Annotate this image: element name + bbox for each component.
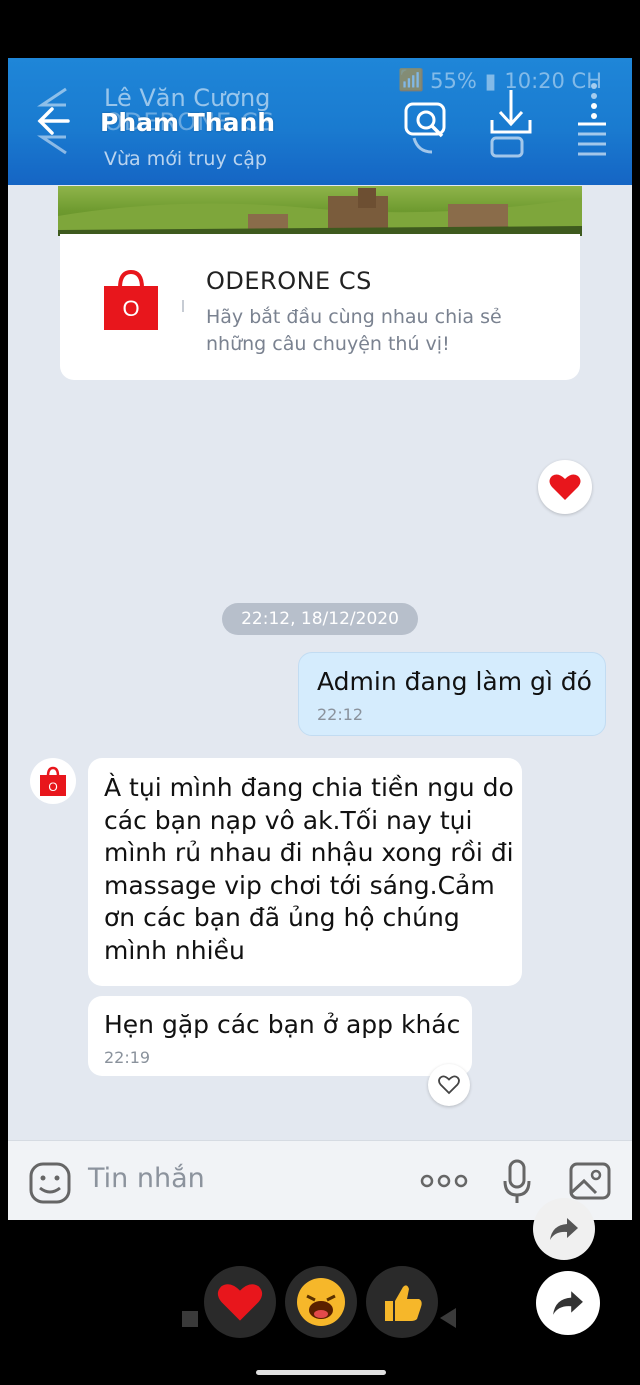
card-title: ODERONE CS [206, 267, 372, 295]
heart-reaction-button[interactable] [538, 460, 592, 514]
thumbs-up-icon [385, 1285, 422, 1321]
message-input[interactable]: Tin nhắn [88, 1163, 205, 1194]
forward-button[interactable] [536, 1271, 600, 1335]
like-message-button[interactable] [428, 1064, 470, 1106]
heart-outline-icon [438, 1075, 460, 1095]
message-bubble-incoming[interactable]: À tụi mình đang chia tiền ngu do các bạn… [88, 758, 522, 986]
contact-name[interactable]: Pham Thanh [100, 108, 275, 137]
avatar-letter: O [48, 780, 57, 794]
presence-status: Vừa mới truy cập [104, 148, 267, 170]
shopping-bag-avatar-icon: O [40, 766, 66, 796]
message-text: Hẹn gặp các bạn ở app khác [104, 1010, 461, 1039]
heart-icon [217, 1284, 263, 1321]
message-time: 22:12 [317, 705, 364, 724]
like-reaction-option[interactable] [366, 1266, 438, 1338]
message-bubble-incoming[interactable]: Hẹn gặp các bạn ở app khác 22:19 [88, 996, 472, 1076]
menu-list-icon[interactable] [574, 80, 610, 160]
divider [182, 300, 184, 312]
message-text: Admin đang làm gì đó [317, 667, 592, 696]
square-nav-icon[interactable] [182, 1311, 198, 1327]
mic-icon[interactable] [502, 1159, 532, 1205]
share-icon [553, 1291, 583, 1315]
shopping-bag-logo-icon: O [104, 269, 158, 330]
download-icon[interactable] [486, 86, 536, 158]
page-info-card[interactable]: O ODERONE CS Hãy bắt đầu cùng nhau chia … [60, 234, 580, 380]
back-nav-icon[interactable] [440, 1308, 456, 1328]
heart-reaction-option[interactable] [204, 1266, 276, 1338]
message-time: 22:19 [104, 1048, 151, 1067]
home-indicator[interactable] [256, 1370, 386, 1375]
share-button[interactable] [533, 1198, 595, 1260]
chat-screen: 📶 55% ▮ 10:20 CH Lê Văn Cương ODERONE CS… [8, 58, 632, 1220]
logo-letter: O [122, 296, 139, 321]
laugh-reaction-option[interactable] [285, 1266, 357, 1338]
message-bubble-outgoing[interactable]: Admin đang làm gì đó 22:12 [298, 652, 606, 736]
cover-image [58, 186, 582, 236]
avatar[interactable]: O [30, 758, 76, 804]
battery-level: 55% [430, 68, 477, 93]
laugh-emoji-icon [297, 1278, 345, 1326]
call-search-icon[interactable] [402, 98, 452, 156]
signal-icon: 📶 [397, 68, 424, 92]
date-separator: 22:12, 18/12/2020 [222, 603, 418, 635]
message-input-bar: Tin nhắn [8, 1140, 632, 1220]
heart-icon [549, 474, 581, 500]
sticker-icon[interactable] [28, 1161, 72, 1205]
back-arrow-icon[interactable] [32, 83, 72, 157]
more-icon[interactable] [420, 1173, 468, 1189]
chat-header: 📶 55% ▮ 10:20 CH Lê Văn Cương ODERONE CS… [8, 58, 632, 185]
message-text: À tụi mình đang chia tiền ngu do các bạn… [104, 773, 514, 965]
card-description: Hãy bắt đầu cùng nhau chia sẻ những câu … [206, 306, 502, 355]
share-icon [550, 1218, 578, 1240]
image-icon[interactable] [568, 1161, 612, 1201]
